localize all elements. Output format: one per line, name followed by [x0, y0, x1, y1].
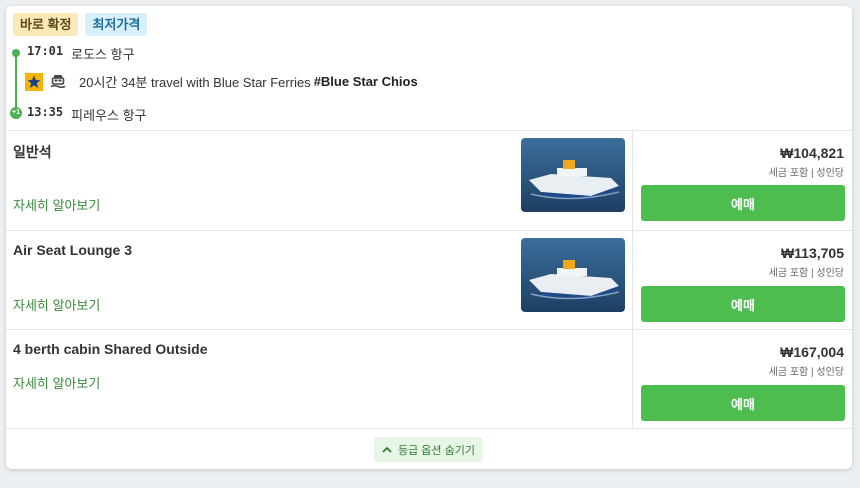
departure-row: 17:01 로도스 항구	[27, 44, 135, 63]
class-name: 4 berth cabin Shared Outside	[13, 341, 208, 357]
trip-header: 바로 확정 최저가격 +1 17:01 로도스 항구 20시간 34분 trav…	[6, 6, 852, 130]
arrival-dot: +1	[10, 107, 22, 119]
voyage-info: 20시간 34분 travel with Blue Star Ferries #…	[25, 72, 418, 91]
badge-group: 바로 확정 최저가격	[13, 13, 148, 36]
ferry-photo	[521, 238, 625, 312]
lowest-price-badge: 최저가격	[85, 13, 148, 36]
trip-card: 바로 확정 최저가격 +1 17:01 로도스 항구 20시간 34분 trav…	[6, 6, 852, 469]
book-button[interactable]: 예매	[641, 385, 845, 421]
departure-port: 로도스 항구	[71, 47, 135, 62]
price-note: 세금 포함 | 성인당	[768, 268, 844, 279]
voyage-duration: 20시간 34분 travel with Blue Star Ferries	[79, 75, 311, 90]
ship-icon	[49, 73, 67, 91]
timeline-line	[15, 52, 17, 112]
arrival-port: 피레우스 항구	[71, 108, 147, 123]
class-row-air-seat-lounge: Air Seat Lounge 3 자세히 알아보기 ₩113,705 세금 포…	[6, 230, 852, 329]
book-button[interactable]: 예매	[641, 185, 845, 221]
departure-dot	[12, 49, 20, 57]
instant-confirm-badge: 바로 확정	[13, 13, 79, 36]
class-row-economy: 일반석 자세히 알아보기 ₩104,821 세금 포함 | 성인당 예매	[6, 130, 852, 230]
chevron-up-icon	[382, 444, 392, 456]
vessel-name: #Blue Star Chios	[313, 74, 418, 89]
arrival-row: 13:35 피레우스 항구	[27, 105, 147, 124]
details-link[interactable]: 자세히 알아보기	[13, 195, 100, 214]
price: ₩167,004	[780, 344, 844, 360]
hide-class-options-button[interactable]: 등급 옵션 숨기기	[374, 437, 483, 462]
price-note: 세금 포함 | 성인당	[768, 367, 844, 378]
blue-star-ferries-logo-icon	[25, 72, 43, 91]
price: ₩113,705	[780, 245, 844, 261]
book-button[interactable]: 예매	[641, 286, 845, 322]
arrival-time: 13:35	[27, 105, 64, 119]
ferry-photo	[521, 138, 625, 212]
class-name: Air Seat Lounge 3	[13, 242, 133, 258]
details-link[interactable]: 자세히 알아보기	[13, 373, 100, 392]
class-row-4-berth-cabin: 4 berth cabin Shared Outside 자세히 알아보기 ₩1…	[6, 329, 852, 428]
details-link[interactable]: 자세히 알아보기	[13, 295, 100, 314]
price: ₩104,821	[780, 145, 844, 161]
departure-time: 17:01	[27, 44, 64, 58]
class-name: 일반석	[13, 144, 52, 160]
hide-class-options-label: 등급 옵션 숨기기	[398, 444, 475, 457]
card-footer: 등급 옵션 숨기기	[6, 428, 852, 469]
price-note: 세금 포함 | 성인당	[768, 168, 844, 179]
